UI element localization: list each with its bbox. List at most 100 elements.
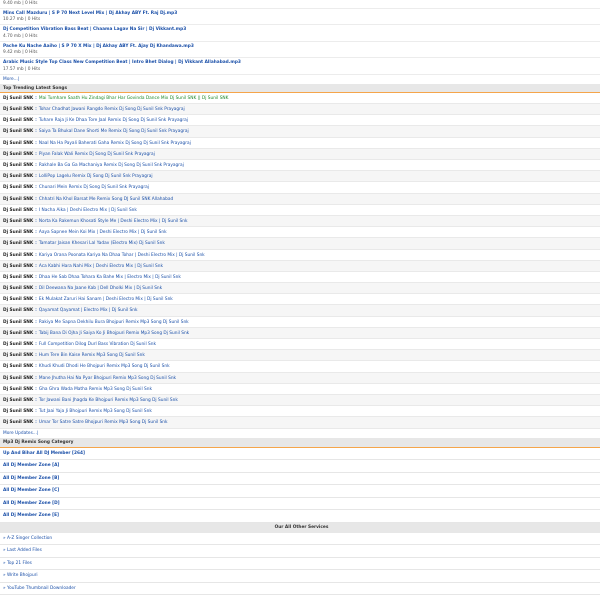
song-link[interactable]: Umar Tor Satre Satre Bhojpuri Remix Mp3 …	[39, 420, 168, 425]
artist-name[interactable]: Dj Sunil SNK	[3, 364, 33, 369]
service-link[interactable]: » YouTube Thumbnail Downloader	[0, 583, 600, 596]
artist-name[interactable]: Dj Sunil SNK	[3, 264, 33, 269]
artist-name[interactable]: Dj Sunil SNK	[3, 420, 33, 425]
upload-title[interactable]: Pache Ku Nache Aaiho | S P 70 X Mix | Dj…	[3, 44, 194, 49]
song-link[interactable]: Piyan Falak Wali Remix Dj Song Dj Sunil …	[39, 152, 155, 157]
upload-title[interactable]: Arabic Music Style Top Class New Competi…	[3, 60, 241, 65]
trending-row[interactable]: Dj Sunil SNK :: Ek Mulakat Zaruri Hai Sa…	[0, 294, 600, 306]
trending-row[interactable]: Dj Sunil SNK :: Tor Jawani Bani Jhagda K…	[0, 394, 600, 407]
artist-name[interactable]: Dj Sunil SNK	[3, 320, 33, 325]
category-link[interactable]: All Dj Member Zone [A]	[0, 460, 600, 473]
trending-row[interactable]: Dj Sunil SNK :: Aaya Sapnee Mein Koi Mix…	[0, 227, 600, 239]
song-link[interactable]: Aaya Sapnee Mein Koi Mix | Deshi Electro…	[39, 230, 167, 235]
service-link[interactable]: » Top 21 Files	[0, 558, 600, 571]
artist-name[interactable]: Dj Sunil SNK	[3, 208, 33, 213]
trending-row[interactable]: Dj Sunil SNK :: Dhaa He Sab Dhaa Tohara …	[0, 272, 600, 284]
artist-name[interactable]: Dj Sunil SNK	[3, 241, 33, 246]
trending-row[interactable]: Dj Sunil SNK :: Qayamat Qayamat | Electr…	[0, 305, 600, 317]
song-link[interactable]: Mane Jhutha Hai Na Pyar Bhojpuri Remix M…	[39, 376, 176, 381]
song-link[interactable]: Tamatar Jaisan Khesari Lal Yadav (Electr…	[39, 241, 165, 246]
artist-name[interactable]: Dj Sunil SNK	[3, 96, 33, 101]
artist-name[interactable]: Dj Sunil SNK	[3, 141, 33, 146]
song-link[interactable]: Tuhare Raja Ji Ke Dhaa Tore Jaal Remix D…	[39, 118, 188, 123]
service-link[interactable]: » Write Bhojpuri	[0, 570, 600, 583]
upload-item[interactable]: 9.40 mb | 0 Hits	[0, 0, 600, 9]
artist-name[interactable]: Dj Sunil SNK	[3, 275, 33, 280]
artist-name[interactable]: Dj Sunil SNK	[3, 152, 33, 157]
trending-row[interactable]: Dj Sunil SNK :: Full Competition Dilog D…	[0, 339, 600, 351]
song-link[interactable]: Chunari Mein Remix Dj Song Dj Sunil Snk …	[39, 185, 149, 190]
trending-row[interactable]: Dj Sunil SNK :: Piyan Falak Wali Remix D…	[0, 148, 600, 160]
trending-more-link[interactable]: More Updates...|	[0, 429, 600, 438]
song-link[interactable]: Qayamat Qayamat | Electro Mix | Dj Sunil…	[39, 308, 138, 313]
upload-item[interactable]: Arabic Music Style Top Class New Competi…	[0, 58, 600, 75]
artist-name[interactable]: Dj Sunil SNK	[3, 353, 33, 358]
service-link[interactable]: » Last Added Files	[0, 545, 600, 558]
song-link[interactable]: Hum Tere Bin Kaise Remix Mp3 Song Dj Sun…	[39, 353, 145, 358]
category-link[interactable]: All Dj Member Zone [E]	[0, 510, 600, 524]
song-link[interactable]: Chhatri Na Khol Barsat Me Remix Song DJ …	[39, 197, 173, 202]
song-link[interactable]: Gha Ghra Wada Matha Remix Mp3 Song Dj Su…	[39, 387, 152, 392]
trending-row[interactable]: Dj Sunil SNK :: Umar Tor Satre Satre Bho…	[0, 417, 600, 429]
song-link[interactable]: Aca Kabhi Hara Nahi Mix | Deshi Electro …	[39, 264, 163, 269]
song-link[interactable]: Full Competition Dilog Durl Bass Vibrati…	[39, 342, 156, 347]
song-link[interactable]: Dhaa He Sab Dhaa Tohara Ka Bahe Mix | El…	[39, 275, 181, 280]
upload-item[interactable]: Dj Competition Vibration Bass Beat | Cha…	[0, 25, 600, 42]
artist-name[interactable]: Dj Sunil SNK	[3, 398, 33, 403]
artist-name[interactable]: Dj Sunil SNK	[3, 342, 33, 347]
trending-row[interactable]: Dj Sunil SNK :: Naal Na Ha Payali Bahera…	[0, 138, 600, 149]
trending-row[interactable]: Dj Sunil SNK :: Gha Ghra Wada Matha Remi…	[0, 384, 600, 395]
category-link[interactable]: All Dj Member Zone [C]	[0, 485, 600, 498]
trending-row[interactable]: Dj Sunil SNK :: Tuhare Raja Ji Ke Dhaa T…	[0, 115, 600, 127]
trending-row[interactable]: Dj Sunil SNK :: Dil Deewana Na Jaane Kab…	[0, 283, 600, 295]
upload-item[interactable]: Pache Ku Nache Aaiho | S P 70 X Mix | Dj…	[0, 42, 600, 59]
category-link[interactable]: Up And Bihar All DJ Member [264]	[0, 448, 600, 461]
upload-item[interactable]: Mins Call Mazduru | S P 70 Next Level Mi…	[0, 9, 600, 26]
trending-row[interactable]: Dj Sunil SNK :: Mane Jhutha Hai Na Pyar …	[0, 372, 600, 384]
trending-row[interactable]: Dj Sunil SNK :: Kariya Orana Poonata Kar…	[0, 250, 600, 261]
artist-name[interactable]: Dj Sunil SNK	[3, 376, 33, 381]
upload-title[interactable]: Mins Call Mazduru | S P 70 Next Level Mi…	[3, 11, 177, 16]
song-link[interactable]: Tut Jaai Yaja Ji Bhojpuri Remix Mp3 Song…	[39, 409, 152, 414]
artist-name[interactable]: Dj Sunil SNK	[3, 230, 33, 235]
trending-row[interactable]: Dj Sunil SNK :: Hum Tere Bin Kaise Remix…	[0, 350, 600, 362]
trending-row[interactable]: Dj Sunil SNK :: Tamatar Jaisan Khesari L…	[0, 238, 600, 250]
uploads-more-link[interactable]: More...|	[0, 76, 600, 84]
song-link[interactable]: I Nacha Aika | Deshi Electro Mix | Dj Su…	[39, 208, 137, 213]
song-link[interactable]: Ek Mulakat Zaruri Hai Sanam | Deshi Elec…	[39, 297, 173, 302]
trending-row[interactable]: Dj Sunil SNK :: Chunari Mein Remix Dj So…	[0, 182, 600, 194]
trending-row[interactable]: Dj Sunil SNK :: LolliPop Lagelu Remix Dj…	[0, 171, 600, 183]
artist-name[interactable]: Dj Sunil SNK	[3, 107, 33, 112]
trending-row[interactable]: Dj Sunil SNK :: Chhatri Na Khol Barsat M…	[0, 193, 600, 205]
trending-row[interactable]: Dj Sunil SNK :: Saiya Ta Bhukal Dane Sho…	[0, 126, 600, 138]
artist-name[interactable]: Dj Sunil SNK	[3, 185, 33, 190]
song-link[interactable]: Khudi Khudi Dhodi He Bhojpuri Remix Mp3 …	[39, 364, 170, 369]
song-link[interactable]: Saiya Ta Bhukal Dane Shorti Me Remix Dj …	[39, 129, 189, 134]
artist-name[interactable]: Dj Sunil SNK	[3, 297, 33, 302]
song-link[interactable]: Norta Ka Rakemun Khosati Style Me | Desh…	[39, 219, 188, 224]
trending-row[interactable]: Dj Sunil SNK :: Tohar Chadhat Jawani Ran…	[0, 104, 600, 116]
artist-name[interactable]: Dj Sunil SNK	[3, 308, 33, 313]
trending-row[interactable]: Dj Sunil SNK :: Aca Kabhi Hara Nahi Mix …	[0, 260, 600, 272]
upload-title[interactable]: Dj Competition Vibration Bass Beat | Cha…	[3, 27, 186, 32]
artist-name[interactable]: Dj Sunil SNK	[3, 253, 33, 258]
trending-row[interactable]: Dj Sunil SNK :: I Nacha Aika | Deshi Ele…	[0, 205, 600, 216]
artist-name[interactable]: Dj Sunil SNK	[3, 197, 33, 202]
trending-row[interactable]: Dj Sunil SNK :: Rakhale Ba Ga Ga Machani…	[0, 160, 600, 172]
trending-row[interactable]: Dj Sunil SNK :: Mai Tumhare Saath Hu Zin…	[0, 93, 600, 105]
artist-name[interactable]: Dj Sunil SNK	[3, 163, 33, 168]
category-link[interactable]: All Dj Member Zone [B]	[0, 473, 600, 486]
song-link[interactable]: LolliPop Lagelu Remix Dj Song Dj Sunil S…	[39, 174, 153, 179]
song-link[interactable]: Kariya Orana Poonata Kariya Na Dhaa Toha…	[39, 253, 205, 258]
song-link[interactable]: Dil Deewana Na Jaane Kab | Dell Dholki M…	[39, 286, 162, 291]
trending-row[interactable]: Dj Sunil SNK :: Norta Ka Rakemun Khosati…	[0, 215, 600, 228]
artist-name[interactable]: Dj Sunil SNK	[3, 331, 33, 336]
artist-name[interactable]: Dj Sunil SNK	[3, 129, 33, 134]
artist-name[interactable]: Dj Sunil SNK	[3, 219, 33, 224]
artist-name[interactable]: Dj Sunil SNK	[3, 118, 33, 123]
song-link[interactable]: Mai Tumhare Saath Hu Zindagi Bhar Har Go…	[39, 96, 229, 101]
song-link[interactable]: Rakiya Me Sapna Dekhilu Bura Bhojpuri Re…	[39, 320, 189, 325]
trending-row[interactable]: Dj Sunil SNK :: Rakiya Me Sapna Dekhilu …	[0, 317, 600, 328]
song-link[interactable]: Tabij Bana Di Ojha Ji Saiya Ko Ji Bhojpu…	[39, 331, 189, 336]
song-link[interactable]: Rakhale Ba Ga Ga Machaniya Remix Dj Song…	[39, 163, 184, 168]
